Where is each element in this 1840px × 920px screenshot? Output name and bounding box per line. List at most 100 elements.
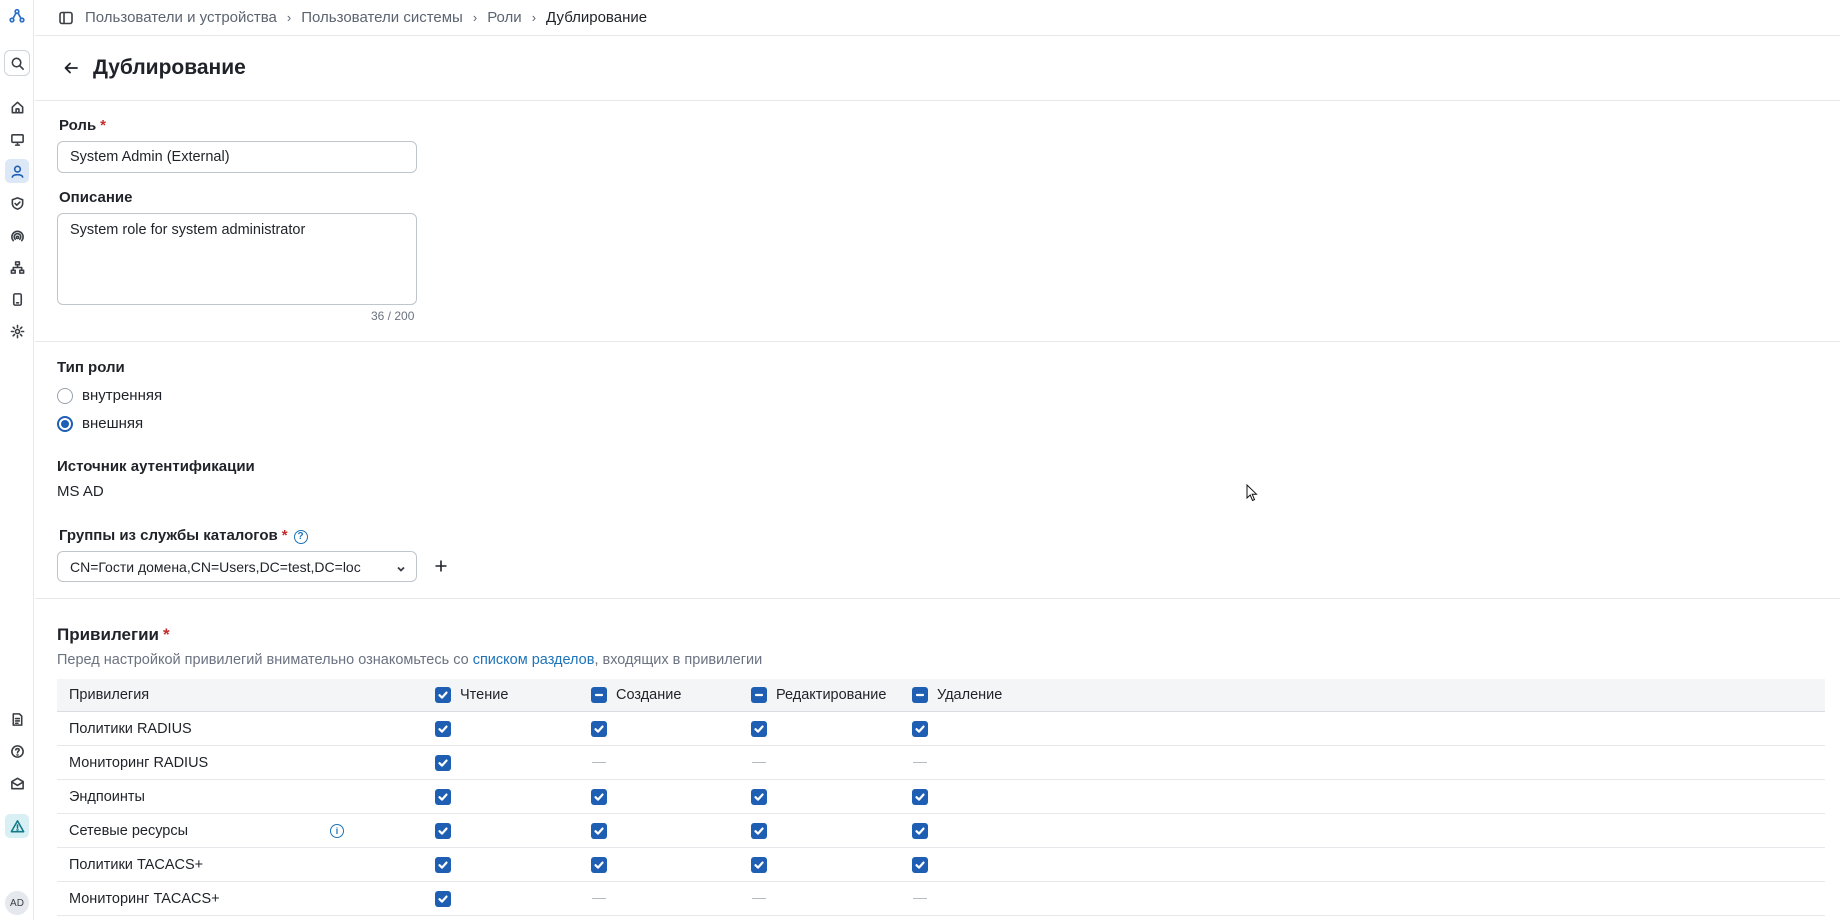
- groups-select[interactable]: CN=Гости домена,CN=Users,DC=test,DC=loc: [57, 551, 417, 582]
- hint-text: , входящих в привилегии: [594, 652, 763, 668]
- privileges-hint: Перед настройкой привилегий внимательно …: [57, 652, 762, 668]
- shield-icon[interactable]: [5, 191, 29, 215]
- description-label: Описание: [59, 189, 133, 206]
- permission-checkbox[interactable]: [435, 754, 451, 771]
- permission-checkbox[interactable]: [751, 822, 767, 839]
- permission-checkbox[interactable]: [591, 788, 607, 805]
- permission-checkbox[interactable]: [435, 890, 451, 907]
- permission-checkbox[interactable]: [591, 856, 607, 873]
- question-icon[interactable]: ?: [293, 529, 308, 544]
- back-arrow-icon[interactable]: [63, 59, 81, 77]
- permission-checkbox[interactable]: [435, 720, 451, 737]
- radio-external-control[interactable]: [57, 415, 73, 432]
- add-group-button[interactable]: [430, 555, 452, 577]
- document-icon[interactable]: [5, 707, 29, 731]
- breadcrumb-item-roles[interactable]: Роли: [487, 9, 522, 26]
- search-icon[interactable]: [4, 50, 30, 76]
- plus-icon: [435, 560, 447, 572]
- mail-icon[interactable]: [5, 771, 29, 795]
- breadcrumb-item-users-devices[interactable]: Пользователи и устройства: [85, 9, 277, 26]
- info-icon[interactable]: i: [330, 823, 344, 838]
- permission-checkbox[interactable]: [912, 720, 928, 737]
- page-header: Дублирование: [35, 36, 1840, 101]
- privilege-name: Политики TACACS+: [69, 856, 204, 873]
- radius-icon[interactable]: [5, 223, 29, 247]
- warning-icon[interactable]: [5, 814, 29, 838]
- column-header-2: Создание: [591, 679, 681, 711]
- sidebar-toggle-icon[interactable]: [59, 11, 73, 25]
- help-icon[interactable]: [5, 739, 29, 763]
- permission-cell: [751, 848, 767, 881]
- permission-cell: [591, 814, 607, 847]
- logo-icon[interactable]: [5, 4, 29, 28]
- column-header-label: Редактирование: [776, 687, 887, 703]
- avatar[interactable]: AD: [5, 891, 29, 915]
- network-icon[interactable]: [5, 255, 29, 279]
- monitor-icon[interactable]: [5, 127, 29, 151]
- groups-label: Группы из службы каталогов *?: [59, 527, 308, 544]
- description-textarea[interactable]: System role for system administrator: [57, 213, 417, 305]
- device-icon[interactable]: [5, 287, 29, 311]
- permission-cell: [751, 814, 767, 847]
- radio-external[interactable]: внешняя: [57, 415, 143, 432]
- sections-list-link[interactable]: списком разделов: [473, 652, 595, 668]
- not-applicable-dash: [752, 898, 766, 899]
- breadcrumb-item-system-users[interactable]: Пользователи системы: [301, 9, 463, 26]
- auth-source-value: MS AD: [57, 483, 104, 500]
- user-icon[interactable]: [5, 159, 29, 183]
- table-header: Привилегия Чтение Создание Редактирование Уд…: [57, 679, 1825, 712]
- description-counter: 36 / 200: [371, 309, 415, 323]
- role-label-text: Роль: [59, 117, 97, 134]
- permission-cell: [591, 712, 607, 745]
- select-all-partial-checkbox[interactable]: [751, 687, 767, 703]
- permission-checkbox[interactable]: [912, 856, 928, 873]
- select-all-checkbox[interactable]: [435, 687, 451, 703]
- radio-external-label: внешняя: [82, 415, 144, 432]
- page-title: Дублирование: [93, 56, 246, 79]
- role-type-label: Тип роли: [57, 359, 125, 376]
- table-row: Политики RADIUS: [57, 712, 1825, 746]
- permission-cell: [913, 746, 927, 779]
- radio-internal[interactable]: внутренняя: [57, 387, 162, 404]
- not-applicable-dash: [752, 762, 766, 763]
- role-input[interactable]: System Admin (External): [57, 141, 417, 173]
- permission-cell: [592, 746, 606, 779]
- role-input-value: System Admin (External): [70, 149, 230, 165]
- permission-cell: [591, 780, 607, 813]
- permission-checkbox[interactable]: [751, 720, 767, 737]
- table-row: Мониторинг TACACS+: [57, 882, 1825, 916]
- privilege-name: Мониторинг TACACS+: [69, 890, 220, 907]
- table-row: Сетевые ресурсы i: [57, 814, 1825, 848]
- breadcrumb-item-current: Дублирование: [546, 9, 648, 26]
- permission-cell: [912, 848, 928, 881]
- not-applicable-dash: [913, 762, 927, 763]
- radio-internal-control[interactable]: [57, 387, 73, 404]
- permission-checkbox[interactable]: [435, 822, 451, 839]
- permission-checkbox[interactable]: [435, 788, 451, 805]
- permission-cell: [435, 780, 451, 813]
- gear-icon[interactable]: [5, 319, 29, 343]
- permission-checkbox[interactable]: [912, 788, 928, 805]
- permission-checkbox[interactable]: [591, 720, 607, 737]
- column-header-privilege: Привилегия: [69, 687, 150, 703]
- divider: [35, 598, 1840, 599]
- permission-cell: [591, 848, 607, 881]
- permission-checkbox[interactable]: [435, 856, 451, 873]
- not-applicable-dash: [913, 898, 927, 899]
- permission-cell: [912, 814, 928, 847]
- column-header-label: Чтение: [460, 687, 509, 703]
- select-all-partial-checkbox[interactable]: [912, 687, 928, 703]
- permission-checkbox[interactable]: [751, 788, 767, 805]
- permission-checkbox[interactable]: [912, 822, 928, 839]
- home-icon[interactable]: [5, 95, 29, 119]
- privilege-name: Сетевые ресурсы: [69, 822, 189, 839]
- permission-checkbox[interactable]: [751, 856, 767, 873]
- permission-cell: [435, 882, 451, 915]
- table-row: Эндпоинты: [57, 780, 1825, 814]
- select-all-partial-checkbox[interactable]: [591, 687, 607, 703]
- mouse-cursor-icon: [1246, 484, 1258, 502]
- permission-cell: [435, 814, 451, 847]
- permission-checkbox[interactable]: [591, 822, 607, 839]
- required-mark: *: [162, 625, 170, 644]
- permission-cell: [435, 848, 451, 881]
